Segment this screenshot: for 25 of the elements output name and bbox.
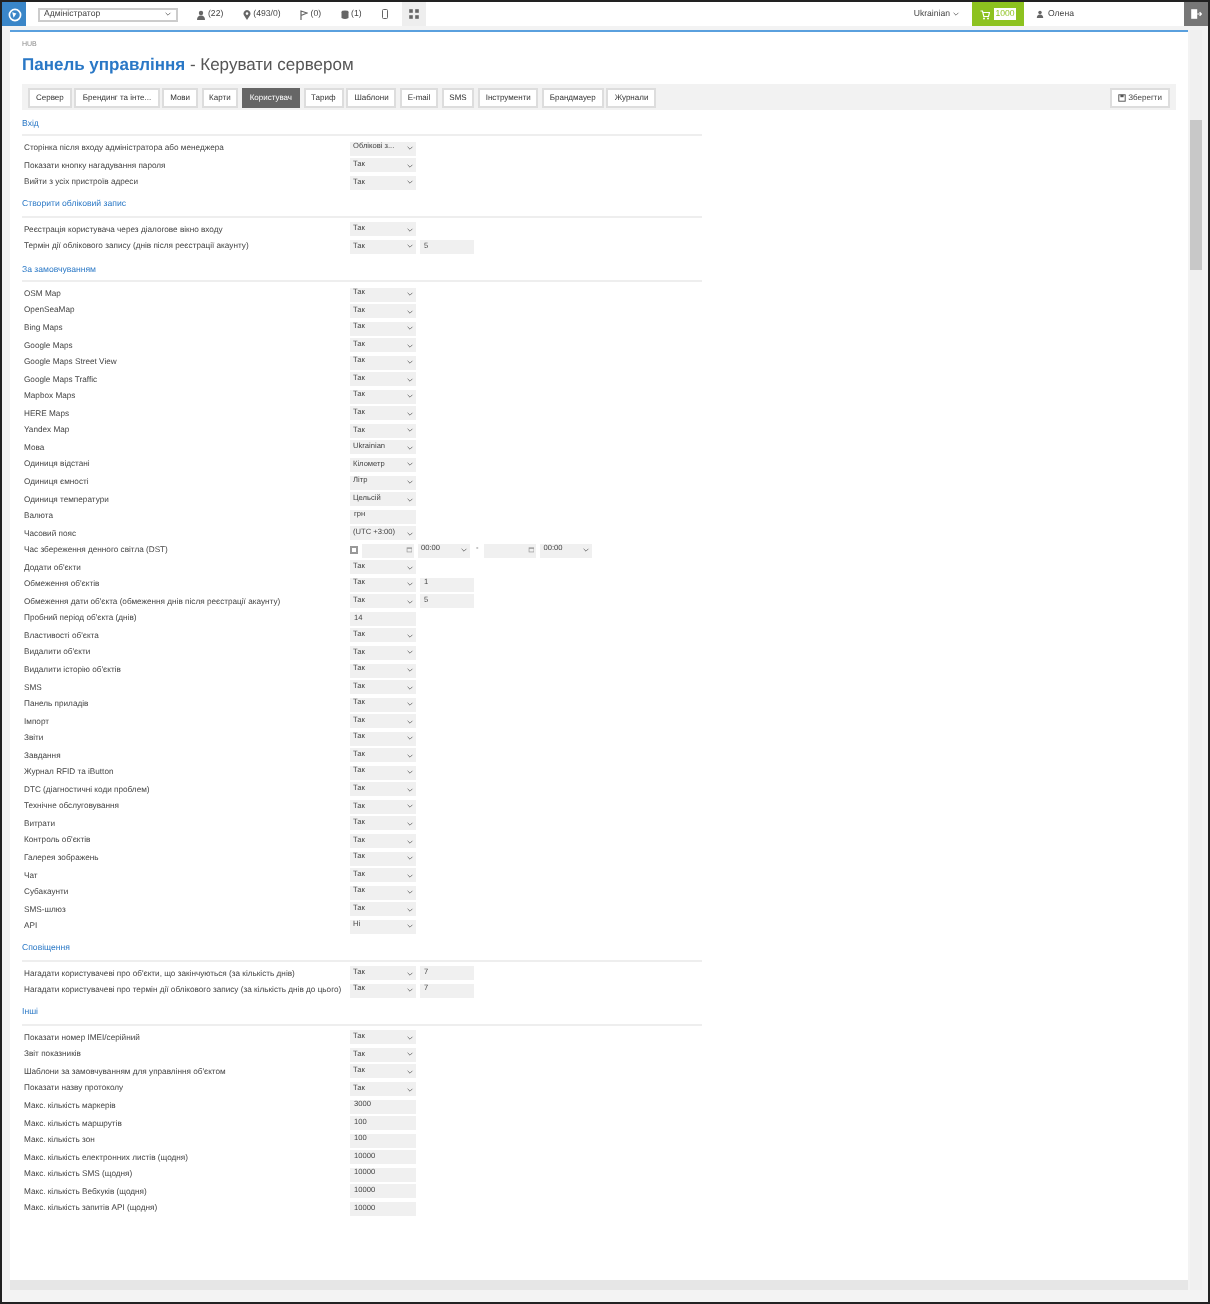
- caret-icon: [405, 837, 413, 845]
- caret-icon: [952, 10, 960, 18]
- calendar-icon: [527, 546, 535, 554]
- exit-icon: [1190, 8, 1202, 20]
- map-pin-icon: [241, 9, 252, 19]
- grid-button[interactable]: [401, 2, 426, 26]
- marker-icon: [298, 9, 309, 19]
- calendar-icon: [405, 546, 412, 554]
- caret-icon: [164, 10, 172, 18]
- save-icon: [1118, 93, 1127, 101]
- database-icon: [339, 9, 350, 19]
- phone-icon[interactable]: [379, 8, 390, 20]
- globe-icon: [7, 7, 21, 21]
- checkbox[interactable]: [350, 546, 358, 555]
- person-icon: [1036, 10, 1044, 18]
- caret-icon: [405, 290, 413, 298]
- grid-icon: [407, 8, 420, 20]
- cart-icon: [979, 9, 990, 19]
- caret-icon: [581, 546, 590, 555]
- logout-button[interactable]: [1184, 2, 1208, 26]
- page-title: Панель управління - Керувати сервером: [22, 52, 356, 78]
- date-field[interactable]: [484, 543, 537, 558]
- date-field[interactable]: [362, 543, 414, 558]
- logo-button[interactable]: [2, 2, 26, 26]
- person-icon: [196, 9, 206, 19]
